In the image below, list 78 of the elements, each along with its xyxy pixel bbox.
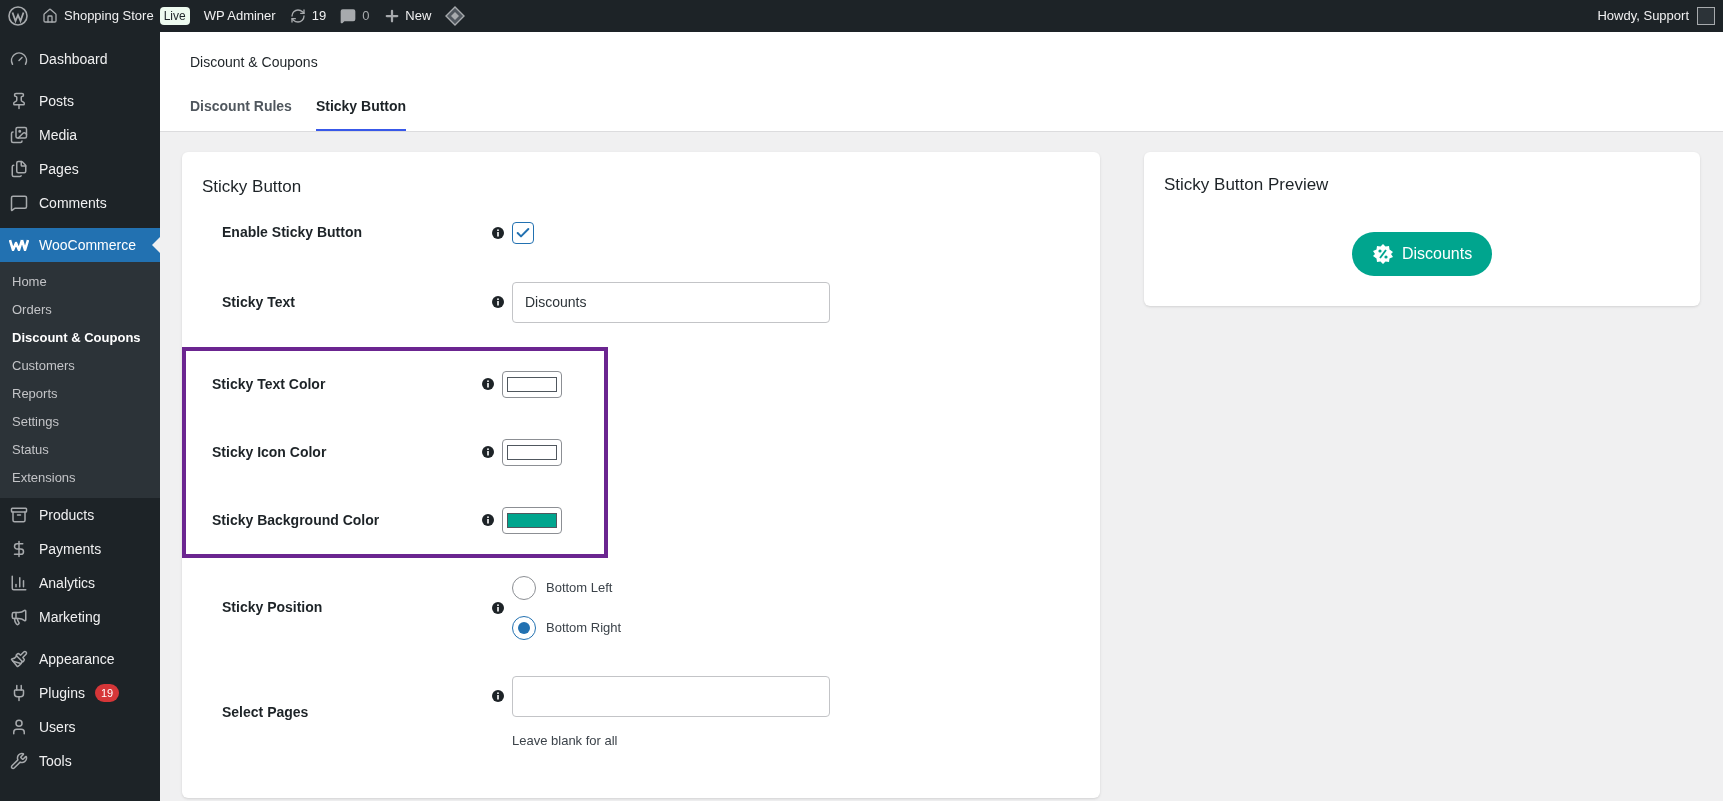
sidebar-item[interactable]: Marketing [0, 600, 160, 634]
field-label: Sticky Background Color [212, 510, 381, 530]
card-title: Sticky Button Preview [1164, 174, 1330, 196]
info-icon [492, 689, 504, 702]
select-field[interactable] [512, 675, 830, 717]
card-title: Sticky Button [201, 176, 303, 198]
field-label: Sticky Text Color [212, 374, 327, 394]
field-label: Enable Sticky Button [222, 223, 364, 242]
gauge-icon [10, 50, 28, 68]
sidebar-item[interactable]: Payments [0, 532, 160, 566]
sidebar-item[interactable]: Products [0, 498, 160, 532]
field-label: Sticky Text [222, 292, 296, 312]
field-label: Select Pages [222, 703, 310, 723]
sidebar-item[interactable]: Media [0, 118, 160, 152]
home-icon [42, 8, 58, 24]
pin-icon [10, 92, 28, 110]
sidebar-item[interactable]: Plugins 19 [0, 676, 160, 710]
archive-box-icon [10, 506, 28, 524]
sidebar-item[interactable]: Tools [0, 744, 160, 778]
radio-label: Bottom Right [546, 618, 622, 637]
info-icon [492, 226, 504, 239]
greeting-link[interactable]: Howdy, Support [1597, 6, 1689, 26]
submenu-item[interactable]: Discount & Coupons [0, 324, 160, 352]
tab[interactable]: Discount Rules [190, 96, 292, 131]
paintbrush-icon [10, 650, 28, 668]
sidebar-item[interactable]: WooCommerce [0, 228, 160, 262]
info-icon [492, 601, 504, 614]
wordpress-logo-icon[interactable] [8, 6, 28, 26]
pages-icon [10, 160, 28, 178]
submenu-item[interactable]: Orders [0, 296, 160, 324]
submenu-item[interactable]: Status [0, 436, 160, 464]
submenu-item[interactable]: Customers [0, 352, 160, 380]
info-icon [482, 514, 494, 526]
diamond-icon[interactable] [445, 6, 466, 26]
bar-chart-icon [10, 574, 28, 592]
site-link[interactable]: Shopping Store [64, 6, 154, 26]
color-picker[interactable] [502, 370, 562, 398]
info-icon [492, 296, 504, 308]
wrench-icon [10, 752, 28, 770]
color-picker[interactable] [502, 506, 562, 534]
live-badge: Live [159, 7, 190, 25]
text-field[interactable]: Discounts [512, 281, 830, 323]
submenu-item[interactable]: Extensions [0, 464, 160, 492]
comments-count[interactable]: 0 [362, 6, 370, 26]
sidebar-item[interactable]: Pages [0, 152, 160, 186]
megaphone-icon [10, 608, 28, 626]
sidebar-item[interactable]: Comments [0, 186, 160, 220]
pointer-arrow-icon [152, 237, 160, 253]
submenu-item[interactable]: Reports [0, 380, 160, 408]
updates-count[interactable]: 19 [311, 6, 327, 26]
submenu-item[interactable]: Settings [0, 408, 160, 436]
sidebar-item[interactable]: Appearance [0, 642, 160, 676]
info-icon [482, 446, 494, 458]
page-title: Discount & Coupons [190, 53, 319, 72]
hint-text: Leave blank for all [512, 731, 619, 750]
sidebar-item[interactable]: Dashboard [0, 42, 160, 76]
sidebar-item[interactable]: Posts [0, 84, 160, 118]
speech-bubble-icon [340, 8, 357, 24]
woo-logo-icon [9, 239, 29, 251]
submenu-item[interactable]: Home [0, 268, 160, 296]
speech-bubble-icon [10, 194, 28, 212]
color-picker[interactable] [502, 438, 562, 466]
field-label: Sticky Icon Color [212, 442, 328, 462]
sidebar-item[interactable]: Analytics [0, 566, 160, 600]
info-icon [482, 378, 494, 390]
checkbox[interactable] [512, 221, 534, 244]
user-icon [10, 718, 28, 736]
refresh-icon [289, 8, 306, 24]
percent-badge-icon [1371, 242, 1394, 265]
radio-label: Bottom Left [546, 578, 613, 597]
images-icon [10, 126, 28, 144]
plugin-link[interactable]: WP Adminer [203, 6, 276, 26]
sidebar-item[interactable]: Users [0, 710, 160, 744]
field-label: Sticky Position [222, 598, 324, 617]
new-link[interactable]: New [405, 6, 432, 26]
tab[interactable]: Sticky Button [315, 96, 407, 131]
count-badge: 19 [94, 684, 120, 702]
avatar-icon[interactable] [1697, 7, 1715, 25]
